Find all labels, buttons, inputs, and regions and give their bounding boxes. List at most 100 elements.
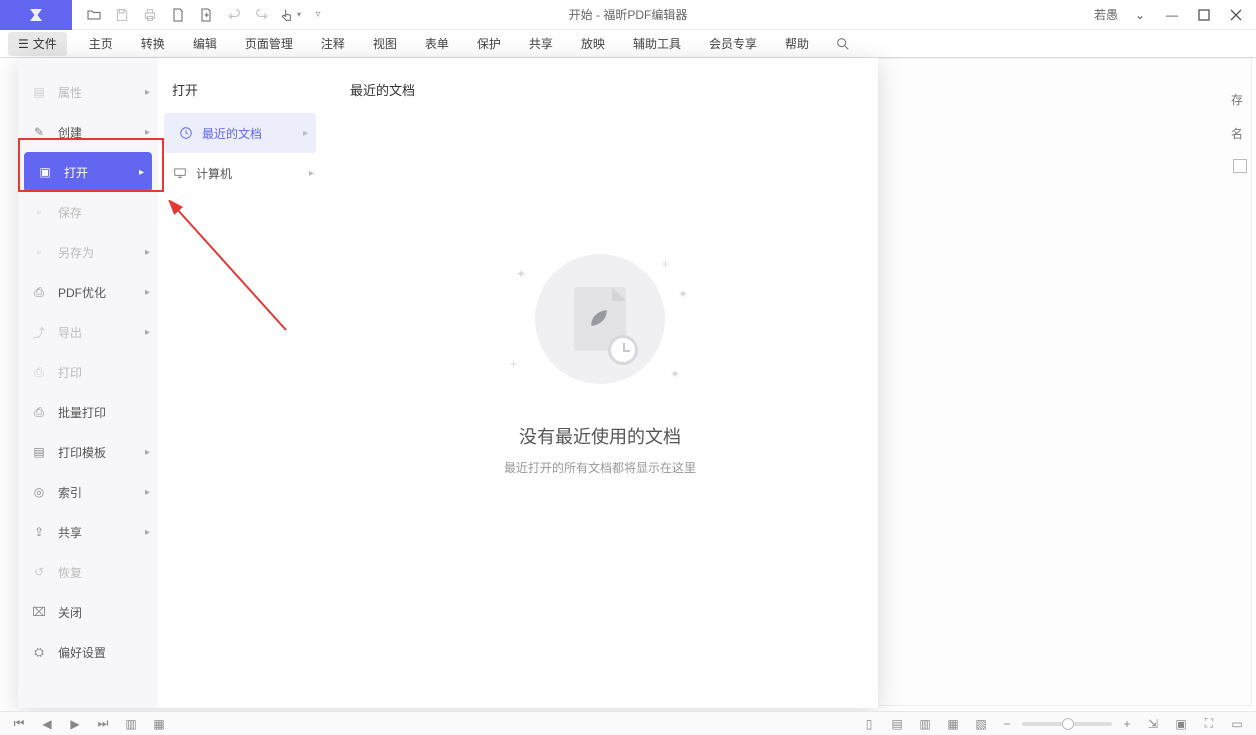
view-continuous-icon[interactable]: ▤ [886, 714, 908, 734]
preferences-icon: ⛭ [30, 643, 48, 661]
file-menu-batch-print[interactable]: ⎙批量打印 [18, 392, 158, 432]
tab-annotate[interactable]: 注释 [307, 30, 359, 58]
title-app: 福昕PDF编辑器 [603, 8, 687, 22]
new-page-icon[interactable] [192, 1, 220, 29]
file-menu-index[interactable]: ◎索引▸ [18, 472, 158, 512]
panel-toggle-icon[interactable] [1233, 159, 1247, 173]
tab-protect[interactable]: 保护 [463, 30, 515, 58]
chevron-right-icon: ▸ [139, 167, 144, 178]
tab-help[interactable]: 帮助 [771, 30, 823, 58]
chevron-right-icon: ▸ [145, 127, 150, 138]
empty-illustration: ✦ + ✦ + ✦ [510, 239, 690, 399]
batch-print-icon: ⎙ [30, 403, 48, 421]
save-icon[interactable] [108, 1, 136, 29]
open-icon: ▣ [36, 163, 54, 181]
save-icon: ▫ [30, 203, 48, 221]
template-icon: ▤ [30, 443, 48, 461]
file-menu-create[interactable]: ✎创建▸ [18, 112, 158, 152]
computer-icon [172, 165, 188, 181]
tab-view[interactable]: 视图 [359, 30, 411, 58]
minimize-button[interactable]: — [1156, 1, 1188, 29]
file-menu-preferences[interactable]: ⛭偏好设置 [18, 632, 158, 672]
reading-mode-icon[interactable]: ▭ [1226, 714, 1248, 734]
tab-form[interactable]: 表单 [411, 30, 463, 58]
file-menu-close[interactable]: ⌧关闭 [18, 592, 158, 632]
print-icon: ⎙ [30, 363, 48, 381]
view-facing-icon[interactable]: ▥ [914, 714, 936, 734]
sb-nav-next[interactable]: ▶ [64, 714, 86, 734]
sb-nav-first[interactable]: ⏮ [8, 714, 30, 734]
open-sub-panel: 打开 最近的文档 ▸ 计算机 ▸ [158, 58, 322, 708]
tab-convert[interactable]: 转换 [127, 30, 179, 58]
export-icon: ⤴ [30, 323, 48, 341]
user-dropdown-icon[interactable]: ⌄ [1124, 1, 1156, 29]
leaf-icon [588, 307, 610, 329]
tab-home[interactable]: 主页 [75, 30, 127, 58]
close-doc-icon: ⌧ [30, 603, 48, 621]
open-computer[interactable]: 计算机 ▸ [158, 153, 322, 193]
sparkle-icon: + [510, 357, 517, 371]
chevron-right-icon: ▸ [145, 527, 150, 538]
file-menu-save: ▫保存 [18, 192, 158, 232]
tab-vip[interactable]: 会员专享 [695, 30, 771, 58]
sparkle-icon: + [662, 257, 669, 271]
sb-nav-prev[interactable]: ◀ [36, 714, 58, 734]
tab-accessibility[interactable]: 辅助工具 [619, 30, 695, 58]
ribbon-search-button[interactable] [829, 30, 857, 58]
saveas-icon: ▫ [30, 243, 48, 261]
page-icon[interactable] [164, 1, 192, 29]
qat-dropdown-icon[interactable]: ▿ [304, 1, 332, 29]
recover-icon: ↺ [30, 563, 48, 581]
open-file-icon[interactable] [80, 1, 108, 29]
clock-icon [178, 125, 194, 141]
chevron-right-icon: ▸ [145, 487, 150, 498]
close-button[interactable] [1220, 1, 1252, 29]
quick-access-toolbar: ▾ ▿ [72, 1, 332, 29]
view-single-icon[interactable]: ▯ [858, 714, 880, 734]
view-cover-icon[interactable]: ▧ [970, 714, 992, 734]
empty-title: 没有最近使用的文档 [519, 423, 681, 449]
fit-page-icon[interactable]: ▣ [1170, 714, 1192, 734]
chevron-right-icon: ▸ [145, 287, 150, 298]
file-menu-print-template[interactable]: ▤打印模板▸ [18, 432, 158, 472]
file-menu-optimize[interactable]: ⎙PDF优化▸ [18, 272, 158, 312]
maximize-button[interactable] [1188, 1, 1220, 29]
clock-overlay-icon [608, 335, 638, 365]
file-menu-open[interactable]: ▣打开▸ [24, 152, 152, 192]
tab-present[interactable]: 放映 [567, 30, 619, 58]
fit-width-icon[interactable]: ⇲ [1142, 714, 1164, 734]
chevron-right-icon: ▸ [145, 87, 150, 98]
sb-layout-icon[interactable]: ▥ [120, 714, 142, 734]
sb-layout2-icon[interactable]: ▦ [148, 714, 170, 734]
sb-nav-last[interactable]: ⏭ [92, 714, 114, 734]
file-tab[interactable]: ☰ 文件 [8, 32, 67, 56]
title-state: 开始 [569, 8, 593, 22]
user-name[interactable]: 若愚 [1094, 6, 1118, 23]
properties-icon: ▤ [30, 83, 48, 101]
search-icon [835, 36, 851, 52]
open-panel-title: 打开 [158, 72, 322, 113]
fullscreen-icon[interactable]: ⛶ [1198, 714, 1220, 734]
chevron-right-icon: ▸ [145, 447, 150, 458]
peek-text-2: 名 [1231, 125, 1243, 142]
undo-icon[interactable] [220, 1, 248, 29]
tab-share[interactable]: 共享 [515, 30, 567, 58]
zoom-slider[interactable] [1022, 722, 1112, 726]
recent-documents-content: 最近的文档 ✦ + ✦ + ✦ 没有最近使用的文档 最近打开的所有文档都将显示在… [322, 58, 878, 708]
open-recent-documents[interactable]: 最近的文档 ▸ [164, 113, 316, 153]
touch-mode-icon[interactable]: ▾ [276, 1, 304, 29]
tab-edit[interactable]: 编辑 [179, 30, 231, 58]
file-menu-properties[interactable]: ▤属性▸ [18, 72, 158, 112]
share-icon: ⇪ [30, 523, 48, 541]
empty-subtitle: 最近打开的所有文档都将显示在这里 [504, 459, 696, 476]
tab-page-manage[interactable]: 页面管理 [231, 30, 307, 58]
empty-state: ✦ + ✦ + ✦ 没有最近使用的文档 最近打开的所有文档都将显示在这里 [350, 129, 850, 686]
zoom-in-button[interactable]: + [1118, 717, 1136, 731]
view-facing-cont-icon[interactable]: ▦ [942, 714, 964, 734]
file-menu-share[interactable]: ⇪共享▸ [18, 512, 158, 552]
file-menu-saveas: ▫另存为▸ [18, 232, 158, 272]
app-logo[interactable] [0, 0, 72, 30]
redo-icon[interactable] [248, 1, 276, 29]
print-icon[interactable] [136, 1, 164, 29]
zoom-out-button[interactable]: − [998, 717, 1016, 731]
